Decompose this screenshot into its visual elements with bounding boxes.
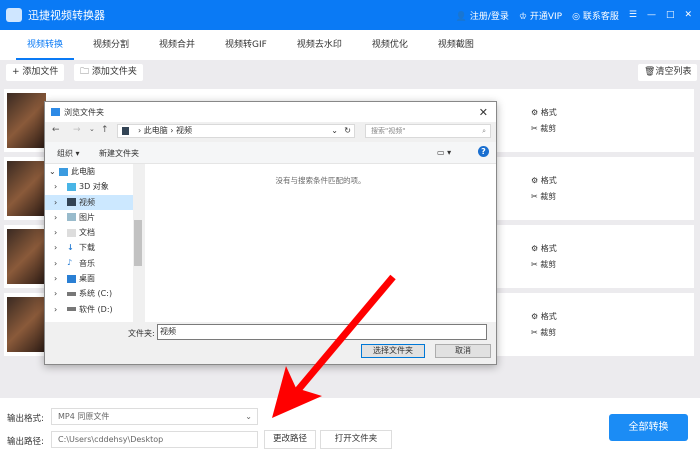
red-arrow-annotation [272,274,396,418]
arrow-shaft [295,274,396,393]
